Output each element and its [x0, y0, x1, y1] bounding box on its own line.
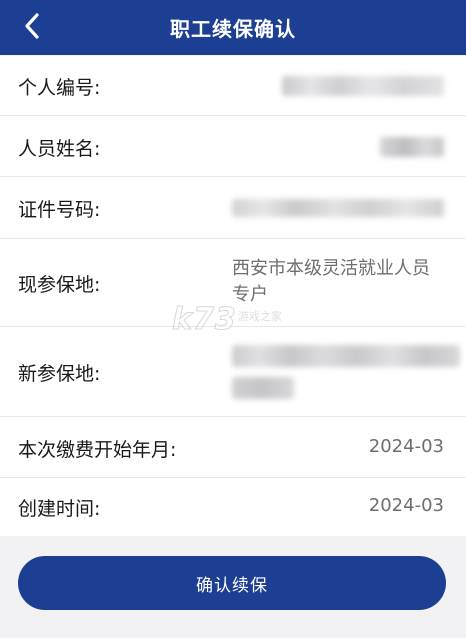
chevron-left-icon [25, 13, 39, 39]
row-current-location: 现参保地: 西安市本级灵活就业人员 专户 [0, 239, 466, 327]
name-label: 人员姓名: [18, 138, 101, 160]
start-month-label: 本次缴费开始年月: [18, 439, 177, 461]
created-time-value: 2024-03 [368, 495, 444, 516]
row-personal-id: 个人编号: [0, 56, 466, 116]
name-redacted [380, 137, 444, 157]
new-location-redacted-line1 [232, 345, 460, 367]
id-number-label: 证件号码: [18, 199, 101, 221]
row-created-time: 创建时间: 2024-03 [0, 478, 466, 537]
row-new-location: 新参保地: [0, 327, 466, 417]
new-location-redacted-line2 [232, 377, 294, 399]
current-location-value: 西安市本级灵活就业人员 专户 [232, 256, 430, 308]
created-time-label: 创建时间: [18, 498, 101, 520]
page-title: 职工续保确认 [170, 17, 296, 41]
row-start-month: 本次缴费开始年月: 2024-03 [0, 417, 466, 478]
current-location-line1: 西安市本级灵活就业人员 [232, 258, 430, 279]
new-location-label: 新参保地: [18, 363, 101, 385]
personal-id-label: 个人编号: [18, 77, 101, 99]
back-button[interactable] [18, 11, 46, 41]
info-list: 个人编号: 人员姓名: 证件号码: 现参保地: 西安市本级灵活就业人员 专户 新… [0, 56, 466, 537]
row-name: 人员姓名: [0, 116, 466, 177]
app-header: 职工续保确认 [0, 0, 466, 55]
row-id-number: 证件号码: [0, 177, 466, 239]
id-number-redacted [232, 199, 444, 217]
personal-id-redacted [282, 76, 444, 96]
start-month-value: 2024-03 [368, 436, 444, 457]
current-location-line2: 专户 [232, 284, 268, 305]
action-area: 确认续保 [0, 536, 466, 638]
confirm-renewal-button[interactable]: 确认续保 [18, 556, 446, 610]
current-location-label: 现参保地: [18, 274, 101, 296]
